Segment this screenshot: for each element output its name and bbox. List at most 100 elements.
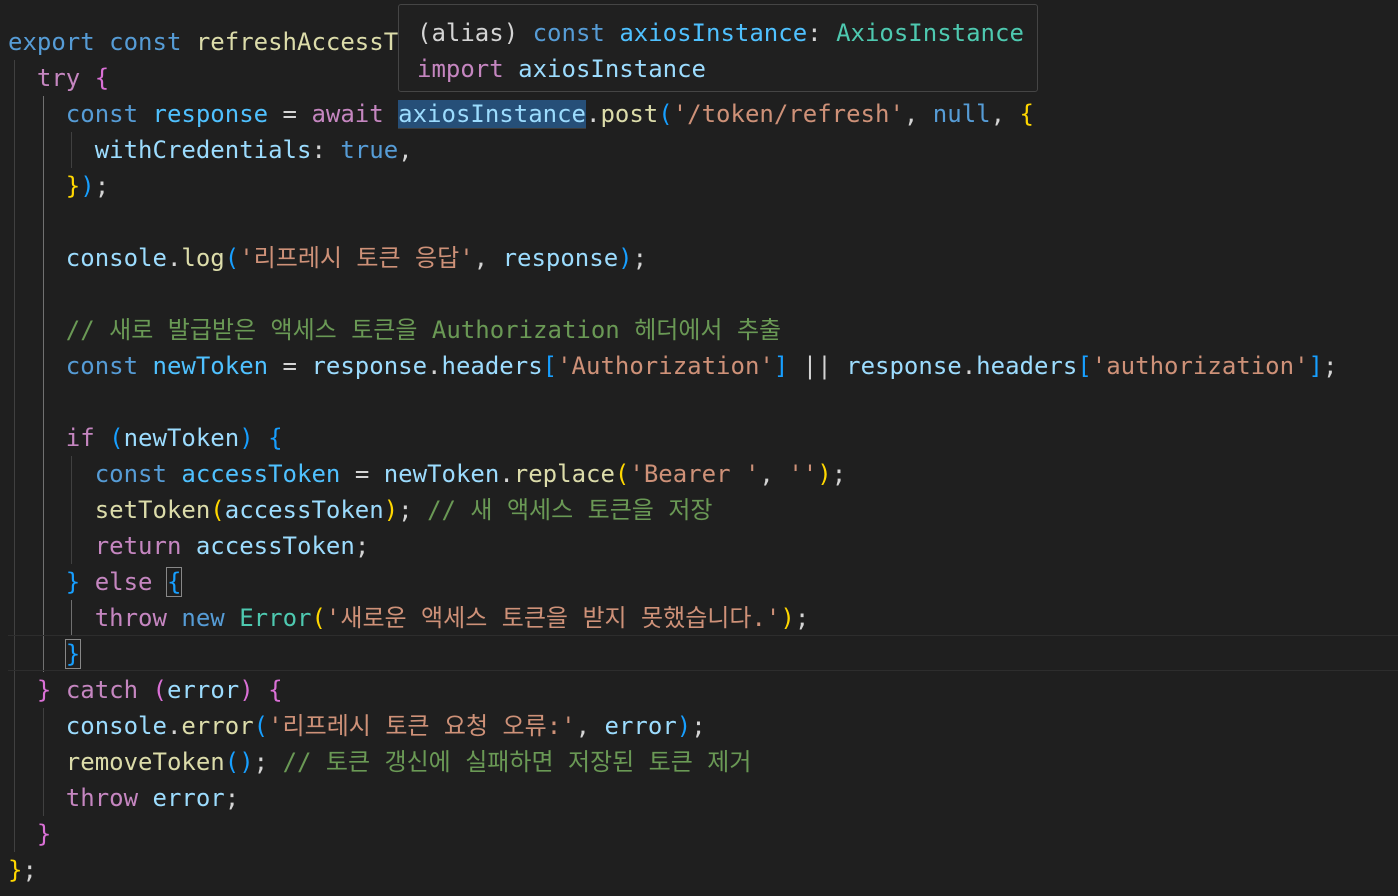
string-literal: '리프레시 토큰 응답' <box>239 244 474 272</box>
operator: = <box>282 100 297 128</box>
hover-alias-label: (alias) <box>417 19 519 47</box>
bracket: ( <box>253 712 269 740</box>
code-line[interactable]: export const refreshAccessT <box>8 24 398 60</box>
bracket: ( <box>210 496 225 524</box>
punctuation: . <box>166 712 182 740</box>
punctuation: , <box>473 244 489 272</box>
code-line[interactable]: try { <box>8 60 109 96</box>
keyword-null: null <box>932 100 991 128</box>
code-line[interactable]: if (newToken) { <box>8 420 283 456</box>
code-line[interactable]: } <box>8 816 51 852</box>
code-line[interactable]: const newToken = response.headers['Autho… <box>8 348 1338 384</box>
code-editor[interactable]: export const refreshAccessT try { const … <box>0 0 1398 896</box>
hover-import-line: import axiosInstance <box>417 51 706 87</box>
code-line[interactable]: removeToken(); // 토큰 갱신에 실패하면 저장된 토큰 제거 <box>8 744 752 780</box>
punctuation: ; <box>398 496 413 524</box>
punctuation: ; <box>794 604 810 632</box>
keyword-export: export <box>8 28 95 56</box>
punctuation: ; <box>224 784 240 812</box>
string-literal: '리프레시 토큰 요청 오류:' <box>268 712 576 740</box>
bracket: ) <box>618 244 633 272</box>
variable-accessToken: accessToken <box>195 532 355 560</box>
punctuation: ; <box>253 748 269 776</box>
bracket: ( <box>311 604 326 632</box>
code-line[interactable]: return accessToken; <box>8 528 370 564</box>
bracket: } <box>65 568 81 596</box>
code-line[interactable]: console.error('리프레시 토큰 요청 오류:', error); <box>8 708 706 744</box>
punctuation: , <box>398 136 413 164</box>
matched-bracket: } <box>64 639 82 669</box>
keyword-new: new <box>181 604 225 632</box>
punctuation: ; <box>1322 352 1338 380</box>
variable-newToken: newToken <box>152 352 269 380</box>
string-literal: '' <box>788 460 818 488</box>
bracket: ) <box>383 496 399 524</box>
code-line[interactable]: throw error; <box>8 780 239 816</box>
code-line[interactable]: withCredentials: true, <box>8 132 413 168</box>
punctuation: : <box>311 136 326 164</box>
bracket: ) <box>780 604 795 632</box>
punctuation: ; <box>691 712 706 740</box>
variable-response: response <box>846 352 962 380</box>
string-literal: 'authorization' <box>1091 352 1309 380</box>
code-line[interactable]: const accessToken = newToken.replace('Be… <box>8 456 846 492</box>
variable-response: response <box>502 244 619 272</box>
punctuation: , <box>575 712 591 740</box>
variable-newToken: newToken <box>123 424 240 452</box>
bracket: } <box>36 820 52 848</box>
hover-signature: (alias) const axiosInstance: AxiosInstan… <box>417 15 1024 51</box>
code-line[interactable]: } else { <box>8 564 183 600</box>
operator: || <box>802 352 832 380</box>
keyword-const: const <box>65 100 139 128</box>
string-literal: '새로운 액세스 토큰을 받지 못했습니다.' <box>325 604 781 632</box>
punctuation: ; <box>22 856 37 884</box>
code-line[interactable]: const response = await axiosInstance.pos… <box>8 96 1034 132</box>
punctuation: , <box>903 100 919 128</box>
bracket: } <box>8 856 23 884</box>
variable-response: response <box>311 352 428 380</box>
code-line[interactable]: setToken(accessToken); // 새 액세스 토큰을 저장 <box>8 492 713 528</box>
keyword-const: const <box>94 460 167 488</box>
punctuation: ; <box>831 460 847 488</box>
string-literal: 'Authorization' <box>557 352 774 380</box>
bracket: ) <box>239 424 254 452</box>
function-removeToken: removeToken <box>65 748 225 776</box>
keyword-import: import <box>417 55 504 83</box>
keyword-throw: throw <box>94 604 167 632</box>
bracket: ) <box>817 460 832 488</box>
variable-error: error <box>152 784 225 812</box>
code-line[interactable]: console.log('리프레시 토큰 응답', response); <box>8 240 647 276</box>
bracket: ( <box>658 100 673 128</box>
code-line[interactable]: }); <box>8 168 109 204</box>
keyword-throw: throw <box>65 784 139 812</box>
punctuation: ; <box>94 172 110 200</box>
variable-response: response <box>152 100 269 128</box>
variable-error: error <box>604 712 677 740</box>
bracket: { <box>268 424 283 452</box>
keyword-try: try <box>36 64 81 92</box>
bracket: ( <box>224 244 240 272</box>
hover-symbol-name: axiosInstance <box>619 19 808 47</box>
hover-tooltip: (alias) const axiosInstance: AxiosInstan… <box>398 4 1038 92</box>
bracket: ] <box>1308 352 1323 380</box>
code-line[interactable]: // 새로 발급받은 액세스 토큰을 Authorization 헤더에서 추출 <box>8 312 781 348</box>
code-comment: // 새로 발급받은 액세스 토큰을 Authorization 헤더에서 추출 <box>65 316 782 344</box>
bracket: ) <box>80 172 95 200</box>
method-error: error <box>181 712 254 740</box>
keyword-return: return <box>94 532 182 560</box>
string-literal: '/token/refresh' <box>672 100 904 128</box>
punctuation: ; <box>632 244 648 272</box>
property-headers: headers <box>441 352 543 380</box>
code-line[interactable]: } catch (error) { <box>8 672 283 708</box>
hovered-identifier[interactable]: axiosInstance <box>398 100 586 129</box>
code-line[interactable]: throw new Error('새로운 액세스 토큰을 받지 못했습니다.')… <box>8 600 810 636</box>
method-replace: replace <box>513 460 615 488</box>
string-literal: 'Bearer ' <box>629 460 760 488</box>
variable-accessToken: accessToken <box>224 496 384 524</box>
current-line-highlight <box>8 635 1398 671</box>
function-setToken: setToken <box>94 496 211 524</box>
variable-accessToken: accessToken <box>181 460 341 488</box>
code-line[interactable]: }; <box>8 852 37 888</box>
punctuation: . <box>499 460 514 488</box>
code-line[interactable]: } <box>8 636 82 672</box>
